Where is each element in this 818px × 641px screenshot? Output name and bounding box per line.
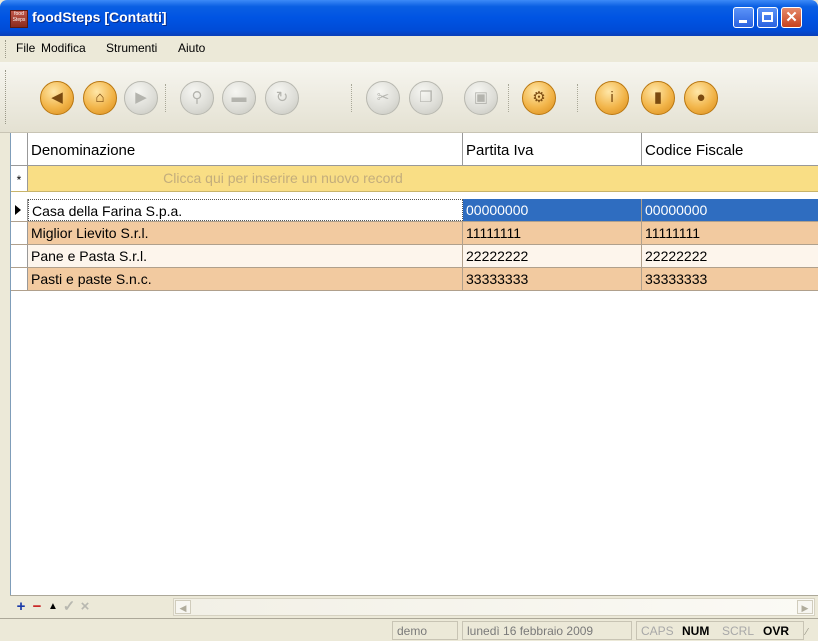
- horizontal-scrollbar[interactable]: ◀ ▶: [173, 598, 815, 616]
- refresh-button[interactable]: ↻: [265, 81, 299, 115]
- minimize-button[interactable]: [733, 7, 754, 28]
- cell-codice-fiscale[interactable]: 00000000: [642, 199, 818, 221]
- status-indicators: CAPS NUM SCRL OVR: [636, 621, 804, 640]
- forward-button[interactable]: ▶: [124, 81, 158, 115]
- scrl-indicator: SCRL: [722, 624, 755, 638]
- menu-bar: File Modifica Strumenti Aiuto: [0, 36, 818, 63]
- col-header-codice-fiscale[interactable]: Codice Fiscale: [642, 133, 818, 165]
- col-header-partita-iva[interactable]: Partita Iva: [463, 133, 642, 165]
- paste-button[interactable]: ▣: [464, 81, 498, 115]
- menu-grip[interactable]: [5, 40, 8, 58]
- menu-file[interactable]: File: [16, 41, 35, 55]
- row-selector[interactable]: [11, 199, 28, 221]
- close-button[interactable]: ✕: [781, 7, 802, 28]
- table-row[interactable]: Casa della Farina S.p.a. 00000000 000000…: [11, 199, 818, 222]
- scroll-right-arrow-icon[interactable]: ▶: [797, 600, 813, 614]
- confirm-edit-button[interactable]: ✓: [61, 598, 77, 615]
- cell-denominazione[interactable]: Pasti e paste S.n.c.: [28, 268, 463, 290]
- row-selector[interactable]: [11, 245, 28, 267]
- print-icon: ▬: [231, 89, 247, 106]
- cell-codice-fiscale[interactable]: 11111111: [642, 222, 818, 244]
- toolbar-separator: [165, 84, 166, 112]
- back-icon: ◀: [51, 89, 63, 106]
- caps-indicator: CAPS: [641, 624, 674, 638]
- cut-button[interactable]: ✂: [366, 81, 400, 115]
- menu-aiuto[interactable]: Aiuto: [178, 41, 205, 55]
- book-icon: ▮: [653, 89, 663, 106]
- toolbar-separator: [577, 84, 578, 112]
- resize-grip-icon[interactable]: ⁄: [806, 627, 816, 639]
- new-record-marker: *: [11, 166, 28, 191]
- info-button[interactable]: i: [595, 81, 629, 115]
- delete-record-button[interactable]: −: [29, 598, 45, 615]
- table-row[interactable]: Pane e Pasta S.r.l. 22222222 22222222: [11, 245, 818, 268]
- toolbar-grip[interactable]: [5, 70, 8, 124]
- cut-icon: ✂: [376, 89, 390, 106]
- palette-icon: ●: [696, 89, 706, 106]
- row-selector[interactable]: [11, 222, 28, 244]
- new-record-row[interactable]: * Clicca qui per inserire un nuovo recor…: [11, 166, 818, 192]
- add-record-button[interactable]: +: [13, 598, 29, 615]
- palette-button[interactable]: ●: [684, 81, 718, 115]
- cell-denominazione[interactable]: Pane e Pasta S.r.l.: [28, 245, 463, 267]
- info-icon: i: [610, 89, 614, 106]
- status-user: demo: [392, 621, 458, 640]
- cell-partita-iva[interactable]: 22222222: [463, 245, 642, 267]
- cell-denominazione[interactable]: Miglior Lievito S.r.l.: [28, 222, 463, 244]
- close-icon: ✕: [785, 9, 798, 26]
- menu-modifica[interactable]: Modifica: [41, 41, 86, 55]
- table-row[interactable]: Pasti e paste S.n.c. 33333333 33333333: [11, 268, 818, 291]
- home-button[interactable]: ⌂: [83, 81, 117, 115]
- current-row-icon: [15, 205, 21, 215]
- minimize-icon: [739, 20, 747, 23]
- contacts-grid: Denominazione Partita Iva Codice Fiscale…: [10, 133, 818, 595]
- title-bar[interactable]: food Steps foodSteps [Contatti] ✕: [0, 0, 818, 36]
- app-window: food Steps foodSteps [Contatti] ✕ File M…: [0, 0, 818, 641]
- record-navigator: + − ▲ ✓ × ◀ ▶: [10, 595, 818, 618]
- toolbar-separator: [508, 84, 509, 112]
- grid-header: Denominazione Partita Iva Codice Fiscale: [11, 133, 818, 166]
- maximize-button[interactable]: [757, 7, 778, 28]
- col-header-denominazione[interactable]: Denominazione: [28, 133, 463, 165]
- scroll-left-arrow-icon[interactable]: ◀: [175, 600, 191, 614]
- cell-codice-fiscale[interactable]: 33333333: [642, 268, 818, 290]
- cell-denominazione[interactable]: Casa della Farina S.p.a.: [28, 199, 463, 221]
- book-button[interactable]: ▮: [641, 81, 675, 115]
- search-icon: ⚲: [191, 89, 203, 106]
- cell-partita-iva[interactable]: 11111111: [463, 222, 642, 244]
- search-button[interactable]: ⚲: [180, 81, 214, 115]
- home-icon: ⌂: [95, 89, 105, 106]
- toolbar: ◀ ⌂ ▶ ⚲ ▬ ↻ ✂ ❐ ▣ ⚙ i ▮ ●: [0, 62, 818, 133]
- toolbar-separator: [351, 84, 352, 112]
- window-title: foodSteps [Contatti]: [32, 9, 167, 25]
- table-row[interactable]: Miglior Lievito S.r.l. 11111111 11111111: [11, 222, 818, 245]
- cell-partita-iva[interactable]: 00000000: [463, 199, 642, 221]
- status-date: lunedì 16 febbraio 2009: [462, 621, 632, 640]
- copy-button[interactable]: ❐: [409, 81, 443, 115]
- cell-partita-iva[interactable]: 33333333: [463, 268, 642, 290]
- num-indicator: NUM: [682, 624, 710, 638]
- refresh-icon: ↻: [275, 89, 289, 106]
- menu-strumenti[interactable]: Strumenti: [106, 41, 157, 55]
- cell-codice-fiscale[interactable]: 22222222: [642, 245, 818, 267]
- maximize-icon: [762, 12, 773, 22]
- move-up-button[interactable]: ▲: [45, 598, 61, 615]
- cancel-edit-button[interactable]: ×: [77, 598, 93, 615]
- status-bar: demo lunedì 16 febbraio 2009 CAPS NUM SC…: [0, 618, 818, 641]
- print-button[interactable]: ▬: [222, 81, 256, 115]
- header-row-selector[interactable]: [11, 133, 28, 165]
- settings-icon: ⚙: [532, 89, 546, 106]
- paste-icon: ▣: [473, 89, 489, 106]
- forward-icon: ▶: [135, 89, 147, 106]
- back-button[interactable]: ◀: [40, 81, 74, 115]
- new-record-hint: Clicca qui per inserire un nuovo record: [163, 170, 403, 186]
- row-selector[interactable]: [11, 268, 28, 290]
- settings-button[interactable]: ⚙: [522, 81, 556, 115]
- app-logo-icon[interactable]: food Steps: [10, 10, 28, 28]
- ovr-indicator: OVR: [763, 624, 790, 638]
- copy-icon: ❐: [419, 89, 433, 106]
